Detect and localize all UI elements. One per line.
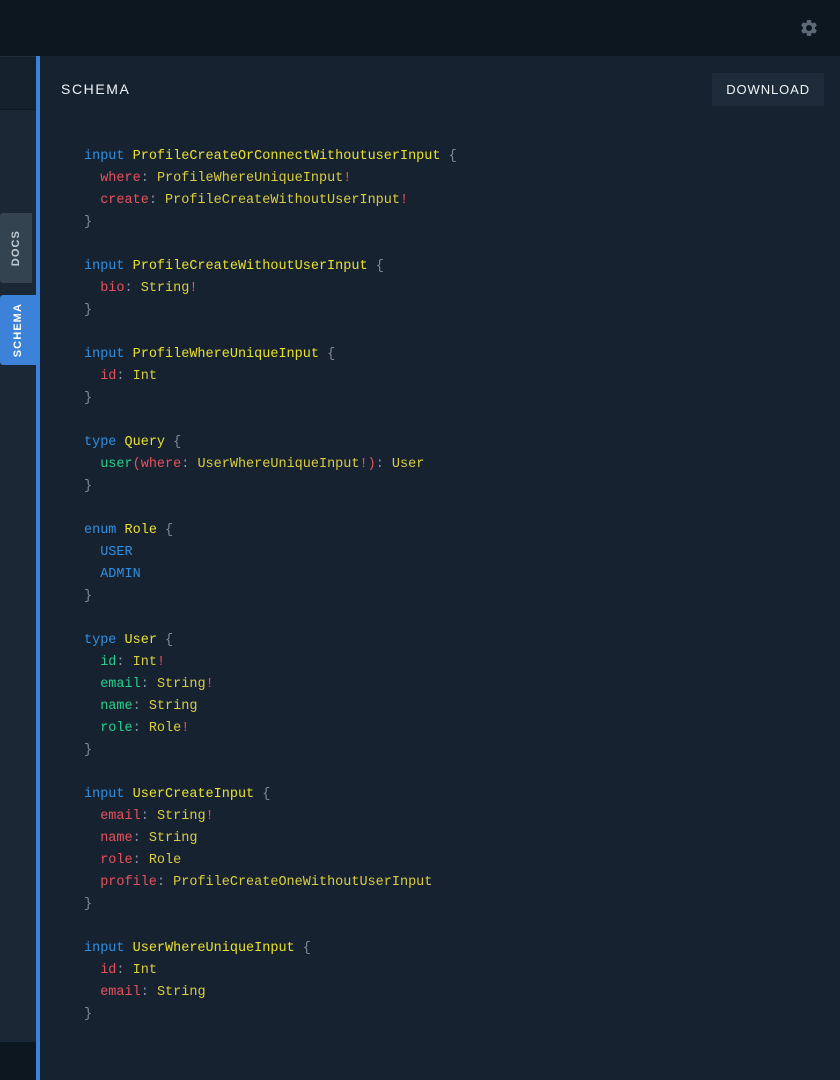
code-line: input ProfileCreateWithoutUserInput {: [84, 256, 840, 278]
sidebar-tab-docs-label: DOCS: [11, 230, 22, 266]
code-line: name: String: [84, 696, 840, 718]
code-blank-line: [84, 498, 840, 520]
code-line: email: String!: [84, 674, 840, 696]
code-line: input ProfileWhereUniqueInput {: [84, 344, 840, 366]
code-line: }: [84, 894, 840, 916]
code-line: profile: ProfileCreateOneWithoutUserInpu…: [84, 872, 840, 894]
code-line: }: [84, 212, 840, 234]
code-line: where: ProfileWhereUniqueInput!: [84, 168, 840, 190]
sidebar-tab-schema[interactable]: SCHEMA: [0, 295, 36, 365]
sidebar-tab-schema-label: SCHEMA: [13, 303, 24, 357]
code-line: input ProfileCreateOrConnectWithoutuserI…: [84, 146, 840, 168]
code-line: role: Role: [84, 850, 840, 872]
schema-panel-header: SCHEMA DOWNLOAD: [40, 56, 840, 122]
sidebar-rail: DOCS SCHEMA: [0, 56, 36, 1042]
code-line: type User {: [84, 630, 840, 652]
code-line: id: Int!: [84, 652, 840, 674]
code-line: bio: String!: [84, 278, 840, 300]
code-blank-line: [84, 322, 840, 344]
schema-code-view[interactable]: input ProfileCreateOrConnectWithoutuserI…: [40, 122, 840, 1026]
code-line: }: [84, 300, 840, 322]
code-line: ADMIN: [84, 564, 840, 586]
code-line: name: String: [84, 828, 840, 850]
active-tab-indicator: [36, 56, 40, 1080]
gear-icon: [799, 18, 819, 38]
sidebar-bottom-filler: [0, 1042, 36, 1080]
code-line: input UserWhereUniqueInput {: [84, 938, 840, 960]
code-blank-line: [84, 608, 840, 630]
code-line: type Query {: [84, 432, 840, 454]
graphql-playground-window: DOCS SCHEMA SCHEMA DOWNLOAD input Profil…: [0, 0, 840, 1080]
download-button[interactable]: DOWNLOAD: [712, 73, 824, 106]
code-line: id: Int: [84, 366, 840, 388]
code-blank-line: [84, 762, 840, 784]
code-line: }: [84, 740, 840, 762]
settings-button[interactable]: [794, 13, 824, 43]
sidebar-tabs: DOCS SCHEMA: [0, 213, 36, 377]
code-blank-line: [84, 916, 840, 938]
code-line: role: Role!: [84, 718, 840, 740]
code-line: enum Role {: [84, 520, 840, 542]
code-line: create: ProfileCreateWithoutUserInput!: [84, 190, 840, 212]
page-title: SCHEMA: [61, 81, 131, 97]
sidebar-top-strip: [0, 56, 36, 110]
code-blank-line: [84, 410, 840, 432]
code-line: USER: [84, 542, 840, 564]
code-line: }: [84, 388, 840, 410]
schema-panel: SCHEMA DOWNLOAD input ProfileCreateOrCon…: [40, 56, 840, 1080]
code-line: input UserCreateInput {: [84, 784, 840, 806]
code-line: user(where: UserWhereUniqueInput!): User: [84, 454, 840, 476]
code-line: email: String: [84, 982, 840, 1004]
code-line: }: [84, 476, 840, 498]
code-line: email: String!: [84, 806, 840, 828]
code-line: id: Int: [84, 960, 840, 982]
sidebar-tab-docs[interactable]: DOCS: [0, 213, 32, 283]
top-bar: [0, 0, 840, 56]
code-line: }: [84, 586, 840, 608]
code-line: }: [84, 1004, 840, 1026]
code-blank-line: [84, 234, 840, 256]
